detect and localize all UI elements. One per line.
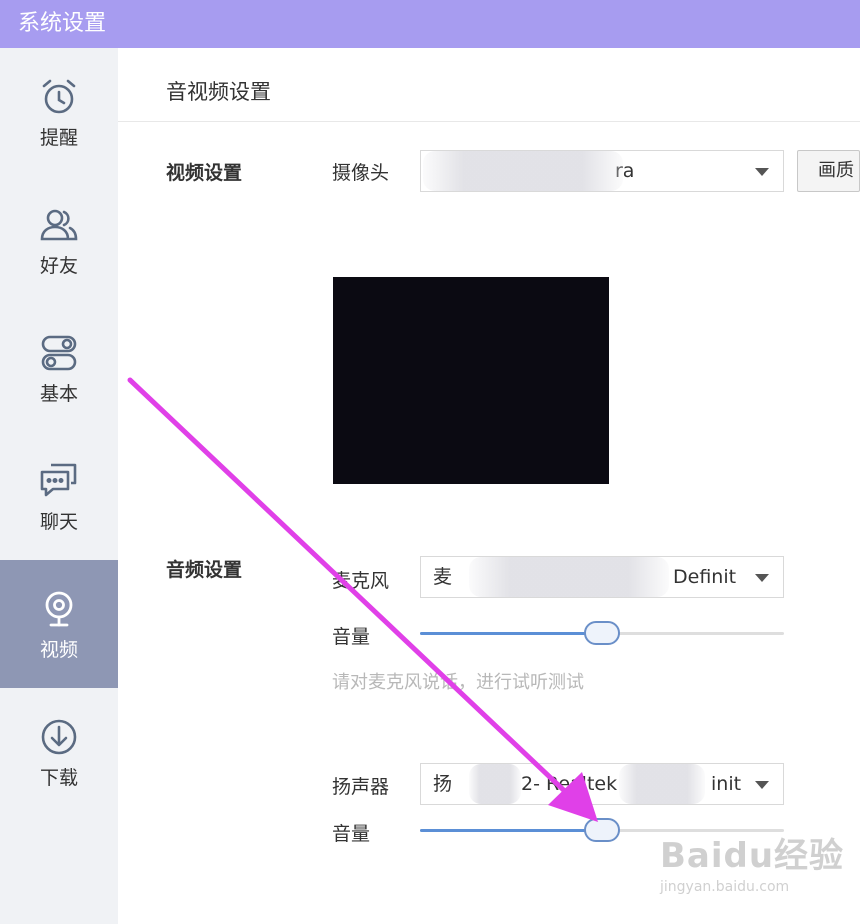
audio-section-label: 音频设置 <box>166 559 243 581</box>
chevron-down-icon <box>755 781 769 789</box>
redacted-blur <box>423 151 623 191</box>
quality-button[interactable]: 画质 <box>797 150 860 192</box>
title-divider <box>118 121 860 122</box>
chat-bubbles-icon <box>37 459 81 503</box>
baidu-watermark: Baidu经验 jingyan.baidu.com <box>660 828 850 904</box>
sidebar-item-label: 下载 <box>39 766 78 789</box>
sidebar-item-label: 好友 <box>39 254 78 277</box>
mic-volume-fill <box>420 632 602 635</box>
sidebar-item-basic[interactable]: 基本 <box>0 304 118 432</box>
page-title: 音视频设置 <box>166 80 271 104</box>
microphone-select[interactable]: 麦 Definit <box>420 556 784 598</box>
microphone-label: 麦克风 <box>332 570 390 592</box>
webcam-icon <box>37 587 81 631</box>
sidebar-item-friends[interactable]: 好友 <box>0 176 118 304</box>
window-title: 系统设置 <box>18 11 107 36</box>
sidebar-item-label: 基本 <box>39 382 78 405</box>
sidebar-item-download[interactable]: 下载 <box>0 688 118 816</box>
speaker-volume-label: 音量 <box>332 823 371 845</box>
video-section-label: 视频设置 <box>166 162 243 184</box>
redacted-blur <box>469 557 669 597</box>
mic-volume-label: 音量 <box>332 626 371 648</box>
chevron-down-icon <box>755 574 769 582</box>
settings-panel: 音视频设置 视频设置 摄像头 ra 画质 音频设置 麦克风 麦 Definit … <box>118 48 860 924</box>
sidebar-item-video[interactable]: 视频 <box>0 560 118 688</box>
watermark-brand: Baidu经验 <box>660 836 845 876</box>
microphone-select-value-start: 麦 <box>433 566 453 588</box>
mic-volume-thumb[interactable] <box>584 621 620 645</box>
speaker-volume-fill <box>420 829 602 832</box>
sidebar-item-label: 聊天 <box>39 510 78 533</box>
sidebar: 提醒 好友 基本 聊天 视频 下载 <box>0 48 118 924</box>
speaker-select-value-start: 扬 <box>433 773 453 795</box>
redacted-blur <box>469 764 521 804</box>
friends-icon <box>37 203 81 247</box>
speaker-select-value-mid: 2- Realtek <box>521 773 618 795</box>
speaker-select[interactable]: 扬 2- Realtek init <box>420 763 784 805</box>
window-titlebar: 系统设置 <box>0 0 860 48</box>
mic-test-hint: 请对麦克风说话，进行试听测试 <box>332 672 584 693</box>
chevron-down-icon <box>755 168 769 176</box>
watermark-url: jingyan.baidu.com <box>660 879 790 895</box>
sidebar-item-label: 提醒 <box>39 126 78 149</box>
camera-label: 摄像头 <box>332 162 390 184</box>
microphone-select-value-end: Definit <box>673 566 737 588</box>
download-icon <box>37 715 81 759</box>
toggle-switches-icon <box>37 331 81 375</box>
sidebar-item-reminder[interactable]: 提醒 <box>0 48 118 176</box>
speaker-select-value-end: init <box>711 773 742 795</box>
mic-volume-slider[interactable] <box>420 621 784 645</box>
speaker-label: 扬声器 <box>332 776 390 798</box>
redacted-blur <box>619 764 705 804</box>
sidebar-item-label: 视频 <box>39 638 78 661</box>
alarm-clock-icon <box>37 75 81 119</box>
speaker-volume-thumb[interactable] <box>584 818 620 842</box>
sidebar-item-chat[interactable]: 聊天 <box>0 432 118 560</box>
camera-select[interactable]: ra <box>420 150 784 192</box>
camera-preview <box>333 277 609 484</box>
